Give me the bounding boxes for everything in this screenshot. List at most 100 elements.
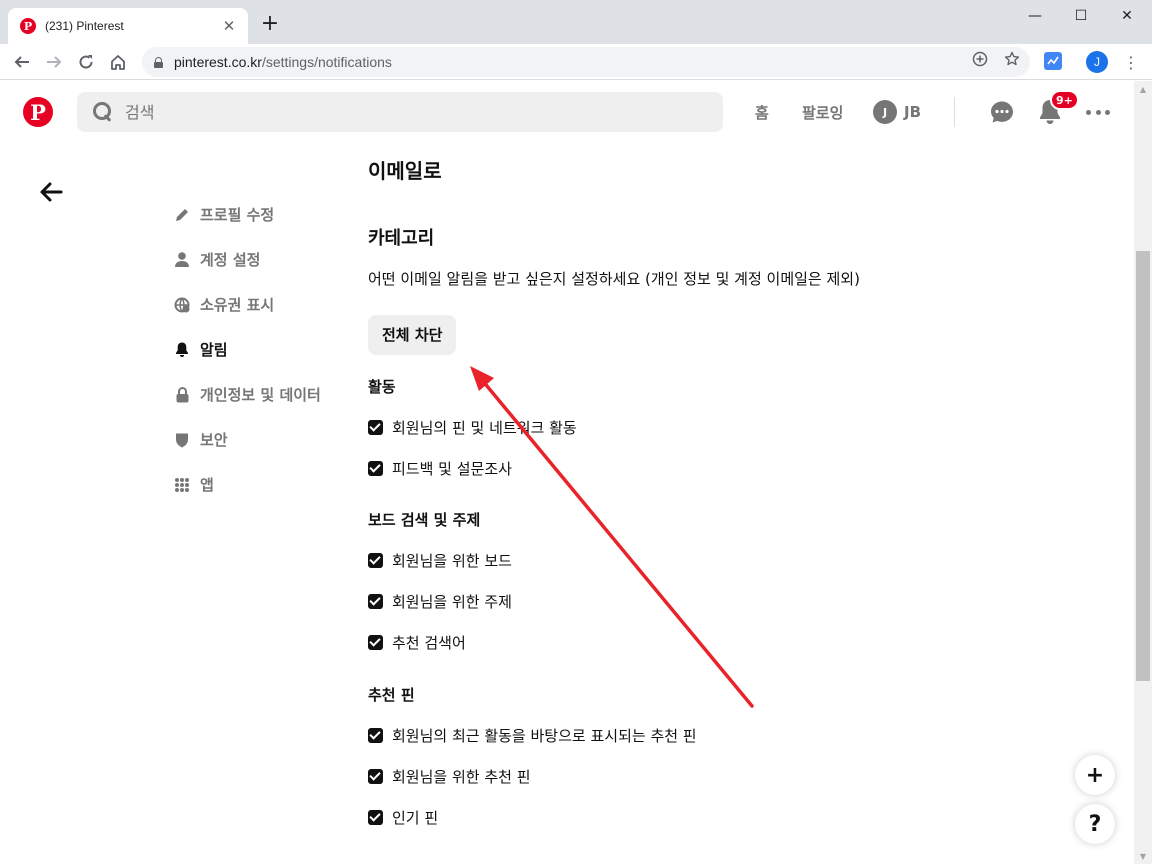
notifications-settings-content: 이메일로 카테고리 어떤 이메일 알림을 받고 싶은지 설정하세요 (개인 정보…	[368, 156, 1088, 838]
group-title-recommended-pins: 추천 핀	[368, 686, 415, 704]
maximize-button[interactable]: ☐	[1058, 4, 1104, 28]
extension-icon[interactable]	[1044, 52, 1062, 70]
browser-tab[interactable]: P (231) Pinterest ✕	[8, 8, 248, 44]
sidebar-item-privacy-data[interactable]: 개인정보 및 데이터	[174, 372, 321, 417]
tab-title: (231) Pinterest	[45, 19, 124, 33]
checkbox-checked[interactable]	[368, 769, 383, 784]
forward-arrow-icon	[47, 56, 62, 68]
checkbox-label: 회원님을 위한 보드	[392, 552, 512, 570]
close-window-button[interactable]: ✕	[1104, 4, 1150, 28]
bell-icon	[174, 342, 190, 358]
star-icon[interactable]	[1003, 50, 1021, 68]
add-circle-icon[interactable]	[971, 50, 989, 68]
create-button[interactable]: +	[1075, 755, 1115, 795]
person-icon	[174, 252, 190, 268]
scroll-down-arrow-icon[interactable]: ▼	[1134, 848, 1152, 864]
checkbox-label: 회원님을 위한 주제	[392, 593, 512, 611]
page-scrollbar[interactable]: ▲ ▼	[1134, 81, 1152, 864]
checkbox-label: 피드백 및 설문조사	[392, 460, 512, 478]
group-title-boards-topics: 보드 검색 및 주제	[368, 511, 481, 529]
checkbox-label: 인기 핀	[392, 809, 439, 827]
checkbox-row[interactable]: 회원님의 최근 활동을 바탕으로 표시되는 추천 핀	[368, 715, 1088, 756]
checkbox-checked[interactable]	[368, 810, 383, 825]
search-icon	[93, 102, 113, 122]
sidebar-item-label: 개인정보 및 데이터	[200, 386, 321, 404]
checkbox-row[interactable]: 회원님을 위한 보드	[368, 540, 1088, 581]
group-title-activity: 활동	[368, 378, 396, 396]
sidebar-item-label: 앱	[200, 476, 214, 494]
sidebar-item-label: 알림	[200, 341, 228, 359]
sidebar-item-label: 프로필 수정	[200, 206, 275, 224]
checkbox-checked[interactable]	[368, 635, 383, 650]
back-arrow-icon[interactable]	[38, 179, 64, 205]
section-title: 카테고리	[368, 228, 435, 249]
user-name[interactable]: JB	[904, 103, 921, 121]
sidebar-item-label: 보안	[200, 431, 228, 449]
browser-tab-strip: P (231) Pinterest ✕ + — ☐ ✕	[0, 0, 1152, 44]
checkbox-label: 추천 검색어	[392, 634, 466, 652]
address-bar[interactable]: pinterest.co.kr/settings/notifications	[142, 47, 1030, 77]
help-button[interactable]: ?	[1075, 804, 1115, 844]
pinterest-favicon-icon: P	[20, 18, 36, 34]
minimize-button[interactable]: —	[1012, 4, 1058, 28]
settings-sidebar: 프로필 수정 계정 설정 소유권 표시 알림 개인정보 및 데이터 보안 앱	[174, 192, 321, 507]
sidebar-item-edit-profile[interactable]: 프로필 수정	[174, 192, 321, 237]
browser-toolbar: pinterest.co.kr/settings/notifications J…	[0, 44, 1152, 80]
checkbox-label: 회원님의 핀 및 네트워크 활동	[392, 419, 577, 437]
checkbox-checked[interactable]	[368, 553, 383, 568]
checkbox-label: 회원님의 최근 활동을 바탕으로 표시되는 추천 핀	[392, 727, 697, 745]
scrollbar-thumb[interactable]	[1136, 251, 1150, 681]
back-arrow-icon	[14, 56, 29, 68]
home-button[interactable]	[104, 48, 132, 76]
avatar[interactable]: J	[873, 100, 897, 124]
reload-button[interactable]	[72, 48, 100, 76]
messages-icon[interactable]	[990, 100, 1014, 124]
sidebar-item-label: 계정 설정	[200, 251, 261, 269]
sidebar-item-account-settings[interactable]: 계정 설정	[174, 237, 321, 282]
checkbox-checked[interactable]	[368, 420, 383, 435]
header-divider	[954, 97, 955, 127]
sidebar-item-security[interactable]: 보안	[174, 417, 321, 462]
scroll-up-arrow-icon[interactable]: ▲	[1134, 81, 1152, 97]
search-bar[interactable]	[77, 92, 723, 132]
lock-icon	[174, 386, 190, 403]
checkbox-row[interactable]: 회원님을 위한 추천 핀	[368, 756, 1088, 797]
tab-close-icon[interactable]: ✕	[220, 17, 238, 35]
checkbox-checked[interactable]	[368, 461, 383, 476]
checkbox-row[interactable]: 회원님을 위한 주제	[368, 581, 1088, 622]
browser-profile-button[interactable]: J	[1086, 51, 1108, 73]
sidebar-item-label: 소유권 표시	[200, 296, 275, 314]
new-tab-button[interactable]: +	[258, 12, 282, 36]
globe-icon	[174, 297, 190, 313]
checkbox-row[interactable]: 회원님의 핀 및 네트워크 활동	[368, 407, 1088, 448]
checkbox-row[interactable]: 인기 핀	[368, 797, 1088, 838]
apps-grid-icon	[174, 477, 190, 493]
home-link[interactable]: 홈	[755, 102, 769, 123]
url-text: pinterest.co.kr/settings/notifications	[174, 54, 392, 70]
block-all-button[interactable]: 전체 차단	[368, 315, 457, 355]
checkbox-row[interactable]: 피드백 및 설문조사	[368, 448, 1088, 489]
checkbox-checked[interactable]	[368, 728, 383, 743]
following-link[interactable]: 팔로잉	[802, 102, 843, 123]
page-title: 이메일로	[368, 159, 442, 183]
shield-icon	[174, 432, 190, 448]
lock-icon[interactable]	[154, 56, 163, 68]
sidebar-item-notifications[interactable]: 알림	[174, 327, 321, 372]
reload-icon	[79, 55, 93, 69]
pinterest-header: P 홈 팔로잉 J JB 9+	[0, 81, 1134, 143]
notification-badge: 9+	[1050, 90, 1079, 110]
pinterest-logo-icon[interactable]: P	[23, 97, 53, 127]
checkbox-row[interactable]: 추천 검색어	[368, 622, 1088, 663]
search-input[interactable]	[125, 102, 685, 122]
sidebar-item-apps[interactable]: 앱	[174, 462, 321, 507]
pencil-icon	[174, 207, 190, 223]
back-button[interactable]	[8, 48, 36, 76]
more-options-icon[interactable]	[1086, 107, 1110, 117]
section-description: 어떤 이메일 알림을 받고 싶은지 설정하세요 (개인 정보 및 계정 이메일은…	[368, 270, 860, 288]
home-icon	[111, 55, 125, 70]
browser-menu-icon[interactable]: ⋮	[1122, 50, 1140, 74]
sidebar-item-claim[interactable]: 소유권 표시	[174, 282, 321, 327]
checkbox-checked[interactable]	[368, 594, 383, 609]
forward-button[interactable]	[40, 48, 68, 76]
checkbox-label: 회원님을 위한 추천 핀	[392, 768, 531, 786]
